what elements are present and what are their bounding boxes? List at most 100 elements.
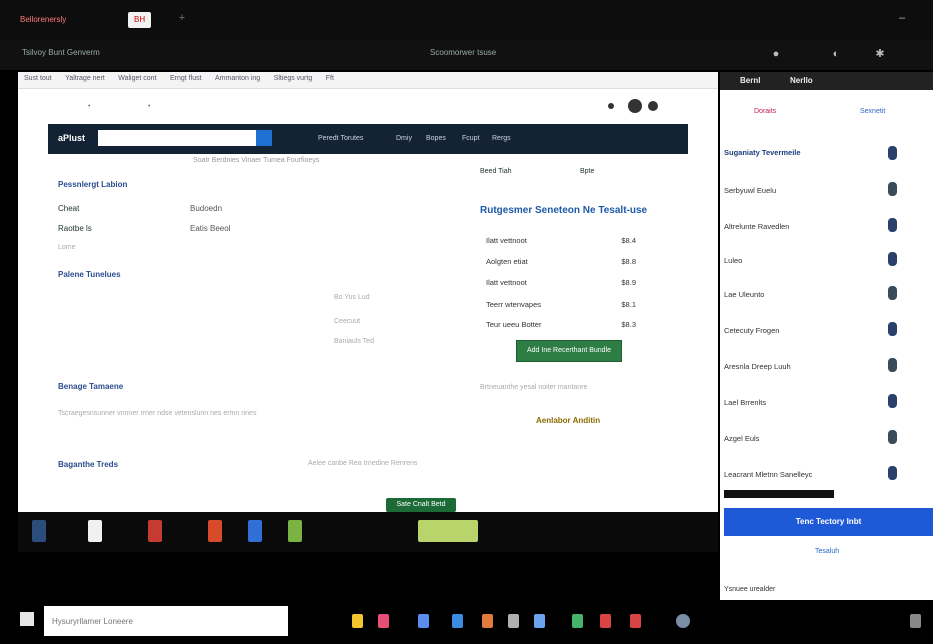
bookmark-item[interactable]: Sust tout [24,75,52,82]
bookmark-item[interactable]: Yaltrage nert [65,75,105,82]
related-text[interactable]: Aelee canbe Rea trnedine Renrens [308,460,417,467]
detail-heading: Palene Tunelues [58,270,121,279]
taskbar-app-icon[interactable] [352,614,363,628]
bookmarks-bar: Sust tout Yaltrage nert Waliget cont Ern… [18,72,718,89]
app-icon[interactable] [148,520,162,542]
field-label: Raotbe ls [58,224,92,233]
taskbar-app-icon[interactable] [452,614,463,628]
toolbar-status-icon[interactable] [608,103,614,109]
taskbar-app-icon[interactable] [508,614,519,628]
toolbar-dot-icon: • [88,103,91,110]
panel-list-item[interactable]: Leacrant Mletnn Sanelleyc [724,470,812,479]
user-avatar-icon [888,358,897,372]
field-label: Lome [58,244,76,251]
address-bar[interactable]: Tsilvoy Bunt Genverm Scoomorwer tsuse ● … [0,40,933,70]
detail-value: Ceecuut [334,318,361,325]
app-icon[interactable] [88,520,102,542]
add-bundle-button[interactable]: Add Ine Recerthant Bundle [516,340,622,362]
profile-icon[interactable]: ● [770,48,782,60]
bookmark-item[interactable]: Sltiegs vurtg [274,75,313,82]
rec-row[interactable]: Teerr wtenvapes $8.1 [486,300,636,312]
rec-row[interactable]: Ilatt vettnoot $8.4 [486,236,636,248]
taskbar-app-icon[interactable] [630,614,641,628]
user-avatar-icon [888,430,897,444]
panel-list-item[interactable]: Aresnla Dreep Luuh [724,362,791,371]
taskbar-app-icon[interactable] [572,614,583,628]
window-controls-icon[interactable]: – [896,12,908,24]
page-toolbar: • • [18,89,718,123]
panel-list-item[interactable]: Serbyuwl Euelu [724,186,776,195]
field-value: Budoedn [190,204,223,213]
bookmark-item[interactable]: Waliget cont [118,75,156,82]
bookmark-item[interactable]: Erngt flust [170,75,202,82]
panel-list-item[interactable]: Lael Brrenlts [724,398,766,407]
design-heading: Benage Tamaene [58,382,124,391]
taskbar-app-icon[interactable] [482,614,493,628]
nav-link[interactable]: Fcupt [462,135,480,142]
nav-link[interactable]: Rergs [492,135,511,142]
rec-row[interactable]: Ilatt vettnoot $8.9 [486,278,636,290]
chat-button[interactable]: Sate Cnalt Betd [386,498,456,512]
panel-footer-text: Ysnuee urealder [724,586,776,593]
extension-icon[interactable]: ◐ [830,48,842,60]
browser-tab[interactable]: Bellorenersly [14,12,72,28]
panel-tab[interactable]: Sexnetit [860,108,885,115]
menu-icon[interactable] [648,101,658,111]
app-icon[interactable] [248,520,262,542]
browser-titlebar: Bellorenersly BH + – [0,0,933,40]
taskbar-app-icon[interactable] [534,614,545,628]
vendor-link[interactable]: Aenlabor Anditin [536,416,600,425]
panel-cta-button[interactable]: Tenc Tectory Inbt [724,508,933,536]
new-tab-icon[interactable]: + [176,12,188,24]
panel-title: Bernl [740,76,761,85]
panel-link[interactable]: Tesaluh [815,548,839,555]
settings-icon[interactable]: ✱ [874,48,886,60]
panel-list-item[interactable]: Altrelunte Ravedlen [724,222,789,231]
user-avatar-icon [888,252,897,266]
site-logo[interactable]: aPlust [58,133,85,143]
site-search-input[interactable] [98,130,256,146]
nav-link[interactable]: Peredt Torutes [318,135,363,142]
rec-note: Brtneuanthe yesal noiter mantanre [480,384,588,391]
bookmark-item[interactable]: Fft [326,75,334,82]
panel-list-heading: Suganiaty Tevermeile [724,148,801,157]
nav-link[interactable]: Dmiy [396,135,412,142]
panel-list-item[interactable]: Azgel Euls [724,434,759,443]
notification-icon[interactable] [910,614,921,628]
user-avatar-icon [888,218,897,232]
panel-list-item[interactable]: Lae Uleunto [724,290,764,299]
rec-item-price: $8.4 [621,236,636,245]
avatar[interactable] [628,99,642,113]
taskbar-app-icon[interactable] [418,614,429,628]
bookmark-item[interactable]: Ammanton ing [215,75,260,82]
browser-tab-active[interactable]: BH [128,12,152,28]
app-icon[interactable] [32,520,46,542]
page-url-text: Scoomorwer tsuse [430,48,497,57]
detail-value: Baniauls Ted [334,338,374,345]
panel-list-item[interactable]: Cetecuty Frogen [724,326,779,335]
app-icon[interactable] [418,520,478,542]
design-text: Tscraegesnsunner vnnner rrner ndse veten… [58,410,257,417]
user-avatar-icon [888,394,897,408]
taskbar-app-icon[interactable] [600,614,611,628]
taskbar-app-icon[interactable] [676,614,690,628]
taskbar-app-icon[interactable] [378,614,389,628]
rec-row[interactable]: Aolgten etiat $8.8 [486,257,636,269]
panel-divider [724,490,834,498]
nav-link[interactable]: Bopes [426,135,446,142]
panel-list-item[interactable]: Luleo [724,256,742,265]
site-navbar: aPlust Peredt Torutes Dmiy Bopes Fcupt R… [48,124,688,154]
panel-tab[interactable]: Doraits [754,108,776,115]
web-page: Sust tout Yaltrage nert Waliget cont Ern… [18,72,718,512]
start-button[interactable] [20,612,34,626]
field-value: Eatis Beeol [190,224,231,233]
rec-header-right: Bpte [580,168,595,175]
rec-row[interactable]: Teur ueeu Botter $8.3 [486,320,636,332]
search-button[interactable] [256,130,272,146]
taskbar-search-input[interactable] [44,606,288,636]
panel-subtitle: Nerllo [790,76,813,85]
app-icon[interactable] [288,520,302,542]
rec-item-name: Ilatt vettnoot [486,236,527,245]
rec-item-price: $8.3 [621,320,636,329]
app-icon[interactable] [208,520,222,542]
